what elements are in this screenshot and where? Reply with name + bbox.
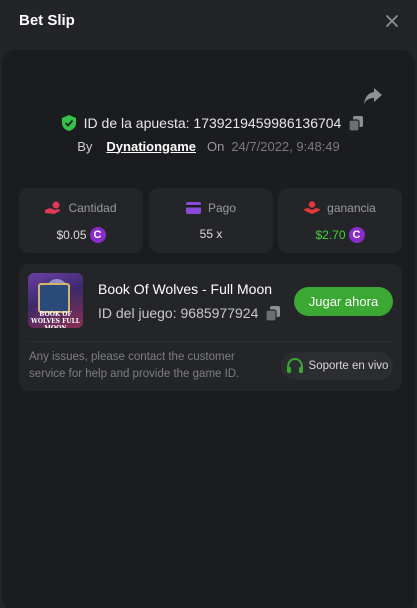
game-name: Book Of Wolves - Full Moon: [98, 281, 273, 297]
copy-icon[interactable]: [349, 115, 364, 131]
coin-icon: C: [348, 227, 365, 243]
stat-value: 55 x: [199, 227, 223, 241]
game-id-value: 9685977924: [180, 305, 259, 321]
verified-shield-icon: [61, 115, 76, 131]
stat-winnings: ganancia $2.70 C: [278, 188, 402, 253]
bet-id-row: ID de la apuesta: 1739219459986136704: [0, 113, 417, 133]
live-support-button[interactable]: Soporte en vivo: [281, 352, 393, 380]
card-icon: [185, 202, 201, 214]
hand-receive-icon: [304, 201, 321, 214]
headset-icon: [286, 357, 303, 373]
close-icon: [386, 15, 398, 27]
thumbnail-caption: BOOK OF WOLVES FULL MOON: [30, 311, 81, 328]
stat-label: Pago: [207, 201, 237, 215]
stat-value: $2.70: [315, 228, 346, 242]
stat-label: ganancia: [327, 201, 376, 215]
by-label: By: [77, 138, 93, 154]
divider: [28, 341, 393, 342]
share-icon: [364, 88, 382, 104]
support-notice: Any issues, please contact the customer …: [29, 351, 240, 380]
coin-icon: C: [89, 227, 106, 243]
copy-icon[interactable]: [266, 305, 281, 321]
share-button[interactable]: [362, 86, 384, 106]
bet-id-value: 1739219459986136704: [193, 115, 342, 131]
stat-value: $0.05: [56, 228, 87, 242]
on-label: On: [206, 138, 225, 154]
game-thumbnail[interactable]: BOOK OF WOLVES FULL MOON: [28, 273, 83, 328]
game-id-row: ID del juego: 9685977924: [98, 305, 281, 321]
bet-slip-header: Bet Slip: [0, 0, 417, 44]
game-card: BOOK OF WOLVES FULL MOON Book Of Wolves …: [19, 264, 402, 391]
stat-label: Cantidad: [68, 201, 117, 215]
hand-coin-icon: [45, 201, 61, 214]
game-id-label: ID del juego:: [98, 305, 177, 321]
username-link[interactable]: Dynationgame: [106, 139, 196, 154]
play-now-button[interactable]: Jugar ahora: [294, 287, 393, 316]
stat-payout: Pago 55 x: [149, 188, 273, 253]
close-button[interactable]: [383, 12, 401, 30]
support-label: Soporte en vivo: [308, 360, 389, 372]
bet-author-row: By Dynationgame On 24/7/2022, 9:48:49: [0, 136, 417, 156]
bet-id-label: ID de la apuesta:: [83, 115, 190, 131]
page-title: Bet Slip: [19, 12, 75, 29]
stat-amount: Cantidad $0.05 C: [19, 188, 143, 253]
bet-date: 24/7/2022, 9:48:49: [231, 138, 340, 154]
book-shape: [38, 283, 70, 313]
